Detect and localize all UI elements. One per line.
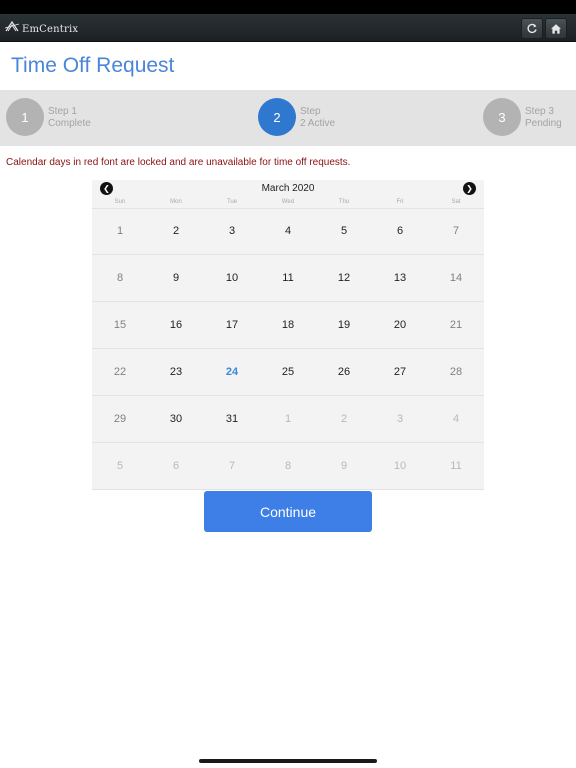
calendar-grid: 1 2 3 4 5 6 7 8 9 10 11 12 13 14 15 16 17 18 19 20 21 22 23 24 2… [92,208,484,490]
calendar: ❮ March 2020 ❯ Sun Mon Tue Wed Thu Fri Sat 123… [92,180,484,490]
calendar-day-other-month[interactable]: 4 [428,396,484,442]
calendar-day-other-month[interactable]: 5 [92,443,148,489]
step-1-circle: 1 [6,98,44,136]
calendar-day[interactable]: 19 [316,302,372,348]
calendar-day[interactable]: 1 [92,208,148,254]
calendar-day[interactable]: 28 [428,349,484,395]
step-2-text: Step 2 Active [300,106,335,130]
next-month-button[interactable]: ❯ [463,182,476,195]
step-2-name: Step [300,106,321,117]
step-progress: 1 Step 1 Complete 2 Step 2 Active 3 Step… [0,90,576,146]
chevron-right-icon: ❯ [466,184,473,193]
calendar-week-row: 1234567 [92,208,484,255]
locked-days-notice: Calendar days in red font are locked and… [6,157,351,168]
brand-name: EmCentrix [22,23,79,35]
weekday-label: Thu [338,199,350,205]
refresh-button[interactable] [521,18,543,39]
step-3-status: Pending [525,118,562,129]
calendar-day[interactable]: 5 [316,208,372,254]
brand-logo: EmCentrix [4,17,78,37]
calendar-day[interactable]: 22 [92,349,148,395]
weekday-label: Sun [114,199,126,205]
calendar-day-other-month[interactable]: 1 [260,396,316,442]
calendar-day[interactable]: 16 [148,302,204,348]
home-button[interactable] [545,18,567,39]
status-bar [0,0,576,14]
weekday-label: Mon [170,199,182,205]
step-1-status: Complete [48,118,91,129]
weekday-label: Tue [226,199,238,205]
calendar-day[interactable]: 25 [260,349,316,395]
calendar-day-other-month[interactable]: 2 [316,396,372,442]
calendar-day[interactable]: 27 [372,349,428,395]
calendar-week-row: 15 16 17 18 19 20 21 [92,302,484,349]
calendar-day-other-month[interactable]: 3 [372,396,428,442]
calendar-day[interactable]: 26 [316,349,372,395]
calendar-week-row: 8 9 10 11 12 13 14 [92,255,484,302]
calendar-day[interactable]: 14 [428,255,484,301]
calendar-day-other-month[interactable]: 6 [148,443,204,489]
calendar-day[interactable]: 8 [92,255,148,301]
calendar-day-other-month[interactable]: 11 [428,443,484,489]
calendar-day[interactable]: 20 [372,302,428,348]
calendar-day[interactable]: 29 [92,396,148,442]
calendar-day[interactable]: 3 [204,208,260,254]
calendar-day[interactable]: 7 [428,208,484,254]
emcentrix-logo-icon [4,20,20,32]
calendar-day[interactable]: 6 [372,208,428,254]
calendar-day[interactable]: 11 [260,255,316,301]
calendar-day[interactable]: 4 [260,208,316,254]
calendar-day-today[interactable]: 24 [204,349,260,395]
calendar-day[interactable]: 23 [148,349,204,395]
weekday-label: Fri [396,199,404,205]
calendar-header: ❮ March 2020 ❯ [92,180,484,198]
step-2-status: 2 Active [300,118,336,129]
step-2-circle: 2 [258,98,296,136]
refresh-icon [527,23,537,33]
step-1-text: Step 1 Complete [48,106,91,130]
home-indicator [199,759,377,763]
calendar-day[interactable]: 31 [204,396,260,442]
page-title: Time Off Request [11,54,175,77]
calendar-day[interactable]: 21 [428,302,484,348]
step-3-text: Step 3 Pending [525,106,562,130]
calendar-day[interactable]: 12 [316,255,372,301]
calendar-month-title: March 2020 [261,183,315,194]
step-3-name: Step 3 [525,106,554,117]
home-icon [551,23,561,34]
step-3-circle: 3 [483,98,521,136]
calendar-day[interactable]: 10 [204,255,260,301]
calendar-day-other-month[interactable]: 9 [316,443,372,489]
calendar-day-other-month[interactable]: 10 [372,443,428,489]
calendar-day[interactable]: 9 [148,255,204,301]
calendar-day[interactable]: 30 [148,396,204,442]
weekday-label: Wed [281,199,295,205]
step-1-name: Step 1 [48,106,77,117]
calendar-week-row: 22 23 24 25 26 27 28 [92,349,484,396]
calendar-day[interactable]: 17 [204,302,260,348]
calendar-week-row: 29 30 31 1 2 3 4 [92,396,484,443]
calendar-week-row: 5 6 7 8 9 10 11 [92,443,484,490]
app-header-bar: EmCentrix [0,14,576,42]
calendar-day[interactable]: 18 [260,302,316,348]
continue-button[interactable]: Continue [204,491,372,532]
weekday-label: Sat [451,199,461,205]
calendar-day[interactable]: 2 [148,208,204,254]
calendar-day[interactable]: 15 [92,302,148,348]
calendar-day-other-month[interactable]: 8 [260,443,316,489]
calendar-day-other-month[interactable]: 7 [204,443,260,489]
calendar-day[interactable]: 13 [372,255,428,301]
